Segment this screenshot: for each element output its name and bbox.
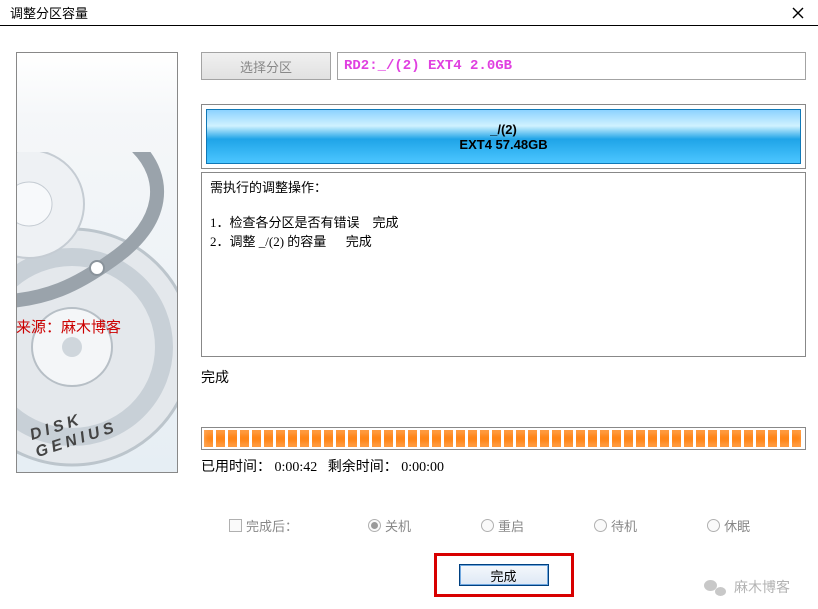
partition-fs-size: EXT4 57.48GB <box>459 137 547 152</box>
option-restart[interactable]: 重启 <box>481 516 524 535</box>
done-button-highlight: 完成 <box>434 553 574 597</box>
checkbox-icon <box>229 519 242 532</box>
after-completion-options: 完成后： 关机 重启 待机 休眠 <box>201 516 806 535</box>
title-bar: 调整分区容量 <box>0 0 818 26</box>
operation-log: 需执行的调整操作： 1．检查各分区是否有错误 完成 2．调整 _/(2) 的容量… <box>201 172 806 357</box>
partition-visual: _/(2) EXT4 57.48GB <box>201 104 806 169</box>
sidebar-image-panel: DISK GENIUS 来源：麻木博客 <box>16 52 181 609</box>
watermark-footer: 麻木博客 <box>704 577 790 597</box>
radio-icon <box>481 519 494 532</box>
option-shutdown[interactable]: 关机 <box>368 516 411 535</box>
radio-icon <box>707 519 720 532</box>
watermark-source: 来源：麻木博客 <box>16 316 121 337</box>
select-partition-button[interactable]: 选择分区 <box>201 52 331 80</box>
status-text: 完成 <box>201 367 806 387</box>
progress-bar <box>201 427 806 450</box>
after-completion-checkbox[interactable]: 完成后： <box>229 516 298 535</box>
window-title: 调整分区容量 <box>10 3 784 22</box>
time-info: 已用时间： 0:00:42 剩余时间： 0:00:00 <box>201 456 806 476</box>
wechat-icon <box>704 578 726 596</box>
option-standby[interactable]: 待机 <box>594 516 637 535</box>
radio-icon <box>368 519 381 532</box>
done-button[interactable]: 完成 <box>459 564 549 586</box>
close-button[interactable] <box>784 3 812 23</box>
partition-name: _/(2) <box>490 122 517 137</box>
radio-icon <box>594 519 607 532</box>
partition-path-field: RD2:_/(2) EXT4 2.0GB <box>337 52 806 80</box>
option-hibernate[interactable]: 休眠 <box>707 516 750 535</box>
